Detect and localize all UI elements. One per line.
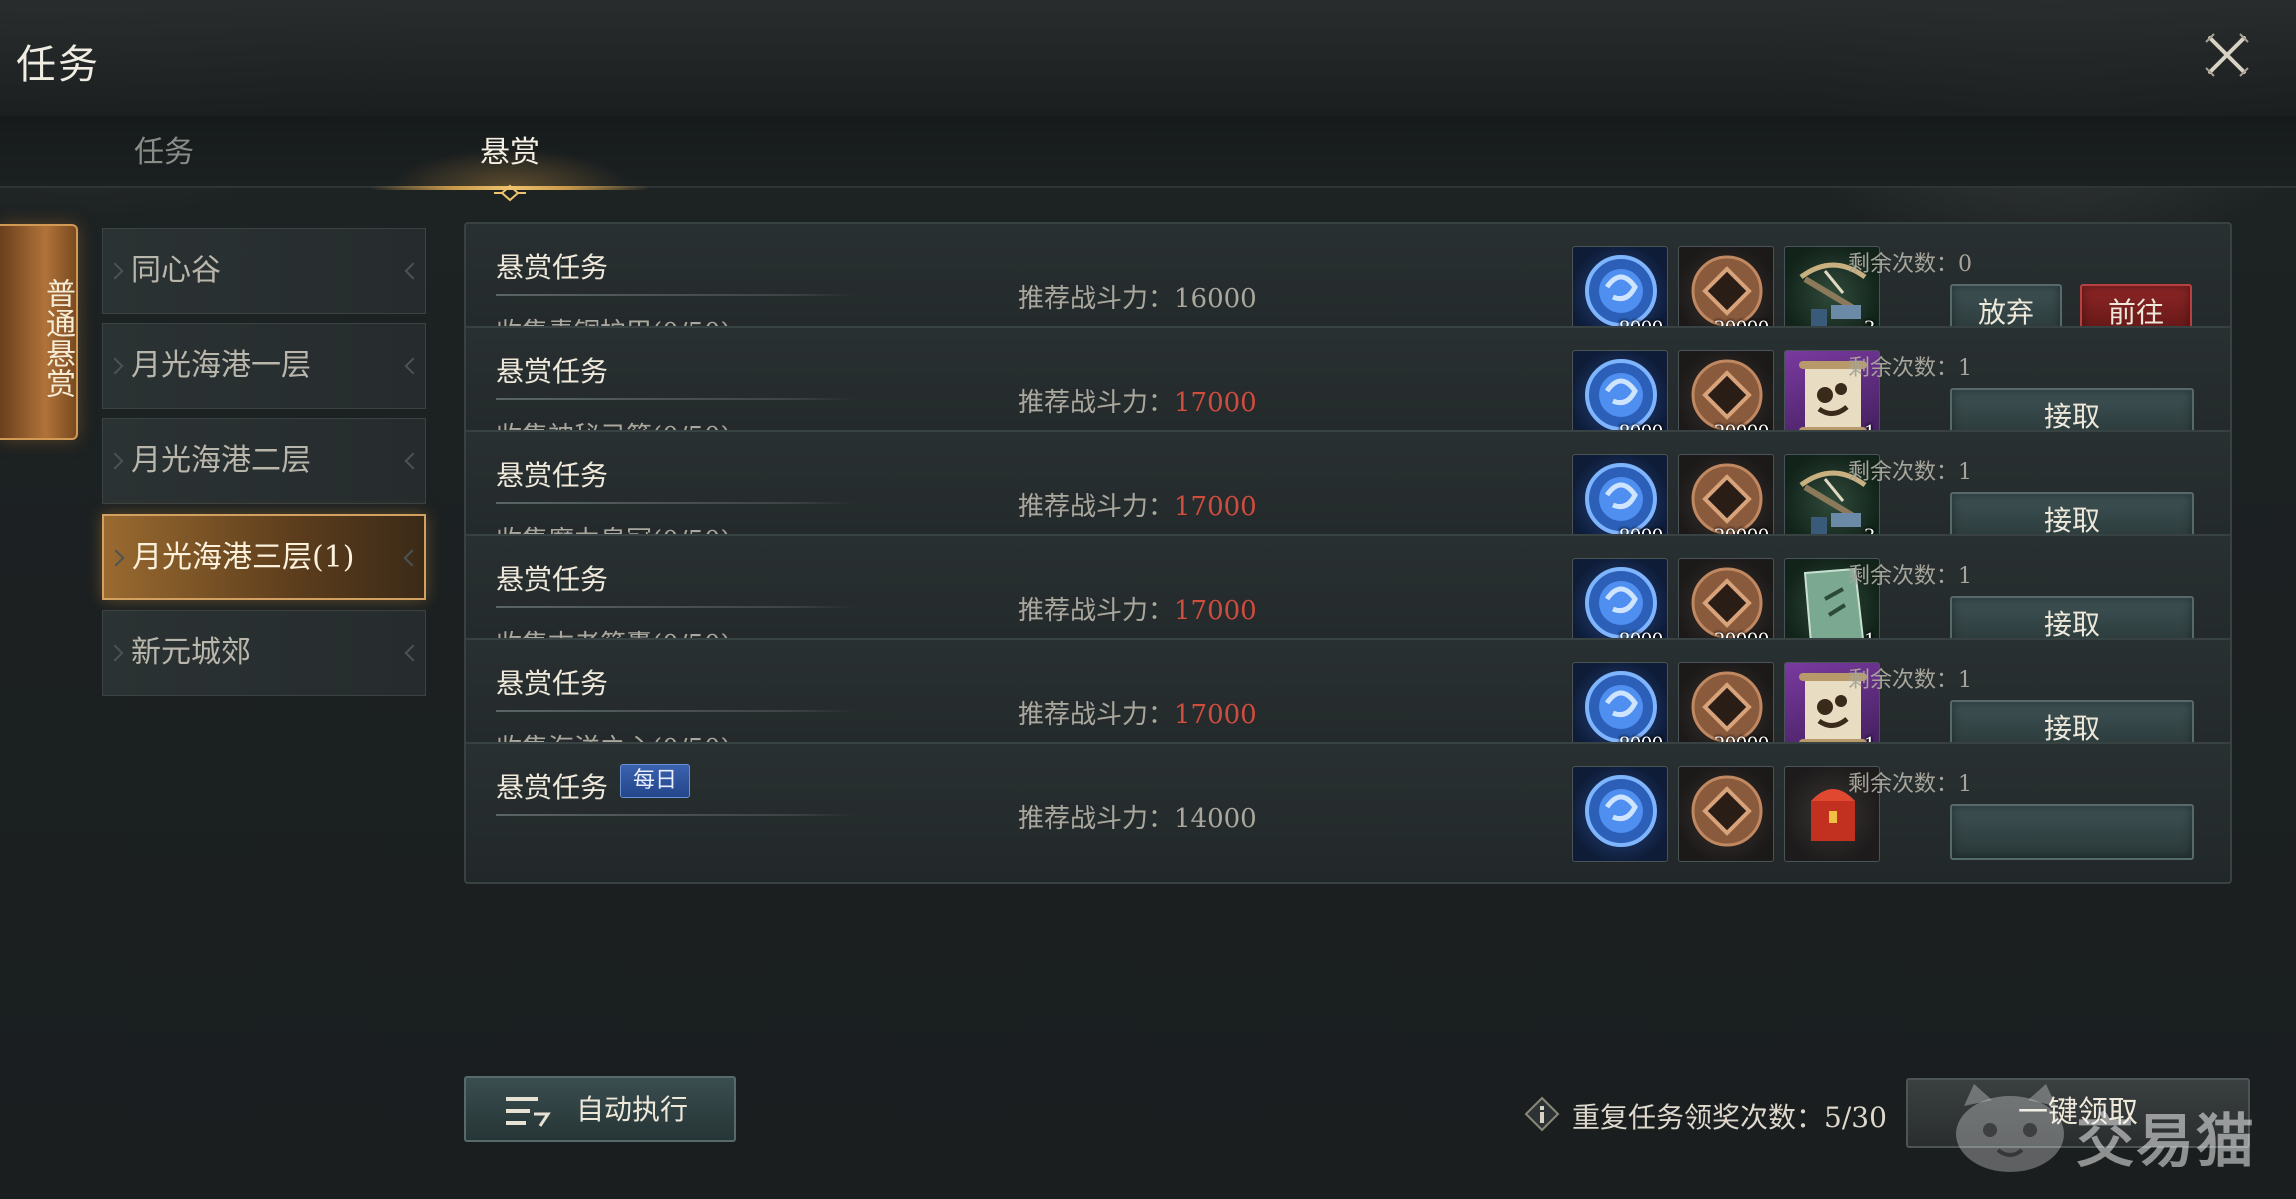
accept-button[interactable] (1950, 804, 2194, 860)
task-title: 悬赏任务 (496, 771, 609, 804)
recommended-power-value: 17000 (1174, 596, 1257, 626)
remaining-count-value: 1 (1958, 668, 1972, 693)
header: 任务 (0, 0, 2296, 116)
remaining-count: 剩余次数：1 (1750, 662, 2070, 694)
watermark: 交易猫 (1944, 1076, 2274, 1176)
task-divider (496, 710, 856, 712)
cat-logo-icon (1956, 1084, 2064, 1172)
task-divider (496, 502, 856, 504)
auto-list-icon (506, 1097, 551, 1127)
remaining-count: 剩余次数：0 (1750, 246, 2070, 278)
info-icon[interactable] (1524, 1096, 1560, 1132)
task-divider (496, 606, 856, 608)
recommended-power: 推荐战斗力：16000 (1018, 278, 1257, 315)
recommended-power: 推荐战斗力：14000 (1018, 798, 1257, 835)
tab-tasks[interactable]: 任务 (24, 116, 304, 188)
task-divider (496, 294, 856, 296)
tab-bounty[interactable]: 悬赏 (370, 116, 650, 202)
task-list[interactable]: 悬赏任务收集青铜护甲(0/50)推荐战斗力：160008000200003剩余次… (464, 222, 2232, 1058)
auto-execute-label: 自动执行 (576, 1093, 689, 1126)
repeat-reward-value: 5/30 (1824, 1101, 1887, 1134)
auto-execute-button[interactable]: 自动执行 (464, 1076, 736, 1142)
remaining-count-label: 剩余次数： (1847, 772, 1958, 797)
recommended-power: 推荐战斗力：17000 (1018, 486, 1257, 523)
remaining-count-value: 0 (1958, 252, 1972, 277)
close-button[interactable] (2202, 30, 2252, 80)
remaining-count-label: 剩余次数： (1847, 356, 1958, 381)
close-icon (2205, 33, 2249, 77)
tab-bar: 任务 悬赏 (0, 116, 2296, 202)
recommended-power-value: 16000 (1174, 284, 1257, 314)
task-title: 悬赏任务 (496, 251, 609, 284)
remaining-count: 剩余次数：1 (1750, 350, 2070, 382)
subnav-item-harbor-2[interactable]: 月光海港二层 (102, 418, 426, 504)
repeat-reward-count: 重复任务领奖次数：5/30 (1572, 1096, 1887, 1136)
watermark-text: 交易猫 (2076, 1107, 2257, 1175)
recommended-power-value: 14000 (1174, 804, 1257, 834)
recommended-power: 推荐战斗力：17000 (1018, 694, 1257, 731)
recommended-power-label: 推荐战斗力： (1018, 284, 1175, 314)
subnav-item-tongxingu[interactable]: 同心谷 (102, 228, 426, 314)
task-divider (496, 814, 856, 816)
repeat-reward-label: 重复任务领奖次数： (1572, 1101, 1825, 1134)
recommended-power-value: 17000 (1174, 492, 1257, 522)
window-title: 任务 (16, 42, 100, 88)
reward-item[interactable] (1572, 766, 1668, 862)
blue-orb-icon (1573, 767, 1667, 861)
task-title: 悬赏任务 (496, 355, 609, 388)
subnav-item-xinyuan-suburb[interactable]: 新元城郊 (102, 610, 426, 696)
recommended-power-value: 17000 (1174, 700, 1257, 730)
recommended-power: 推荐战斗力：17000 (1018, 382, 1257, 419)
tab-bounty-label: 悬赏 (480, 135, 540, 170)
remaining-count: 剩余次数：1 (1750, 558, 2070, 590)
subnav-item-harbor-1[interactable]: 月光海港一层 (102, 323, 426, 409)
task-title: 悬赏任务 (496, 667, 609, 700)
remaining-count-value: 1 (1958, 772, 1972, 797)
recommended-power-label: 推荐战斗力： (1018, 804, 1175, 834)
daily-badge: 每日 (620, 764, 691, 798)
remaining-count-label: 剩余次数： (1847, 564, 1958, 589)
remaining-count-value: 1 (1958, 564, 1972, 589)
tab-ornament-icon (494, 184, 526, 202)
remaining-count: 剩余次数：1 (1750, 454, 2070, 486)
recommended-power-label: 推荐战斗力： (1018, 596, 1175, 626)
remaining-count-value: 1 (1958, 460, 1972, 485)
task-title: 悬赏任务 (496, 563, 609, 596)
remaining-count-label: 剩余次数： (1847, 668, 1958, 693)
recommended-power-label: 推荐战斗力： (1018, 492, 1175, 522)
task-title: 悬赏任务 (496, 459, 609, 492)
remaining-count-value: 1 (1958, 356, 1972, 381)
remaining-count: 剩余次数：1 (1750, 766, 2070, 798)
task-divider (496, 398, 856, 400)
recommended-power: 推荐战斗力：17000 (1018, 590, 1257, 627)
category-label: 普通悬赏 (40, 278, 75, 398)
remaining-count-label: 剩余次数： (1847, 252, 1958, 277)
remaining-count-label: 剩余次数： (1847, 460, 1958, 485)
recommended-power-value: 17000 (1174, 388, 1257, 418)
subnav-item-harbor-3[interactable]: 月光海港三层(1) (102, 514, 426, 600)
task-row: 悬赏任务 每日推荐战斗力：14000 剩余次数：1 (464, 742, 2232, 884)
category-normal-bounty[interactable]: 普通悬赏 (0, 224, 78, 440)
recommended-power-label: 推荐战斗力： (1018, 388, 1175, 418)
recommended-power-label: 推荐战斗力： (1018, 700, 1175, 730)
